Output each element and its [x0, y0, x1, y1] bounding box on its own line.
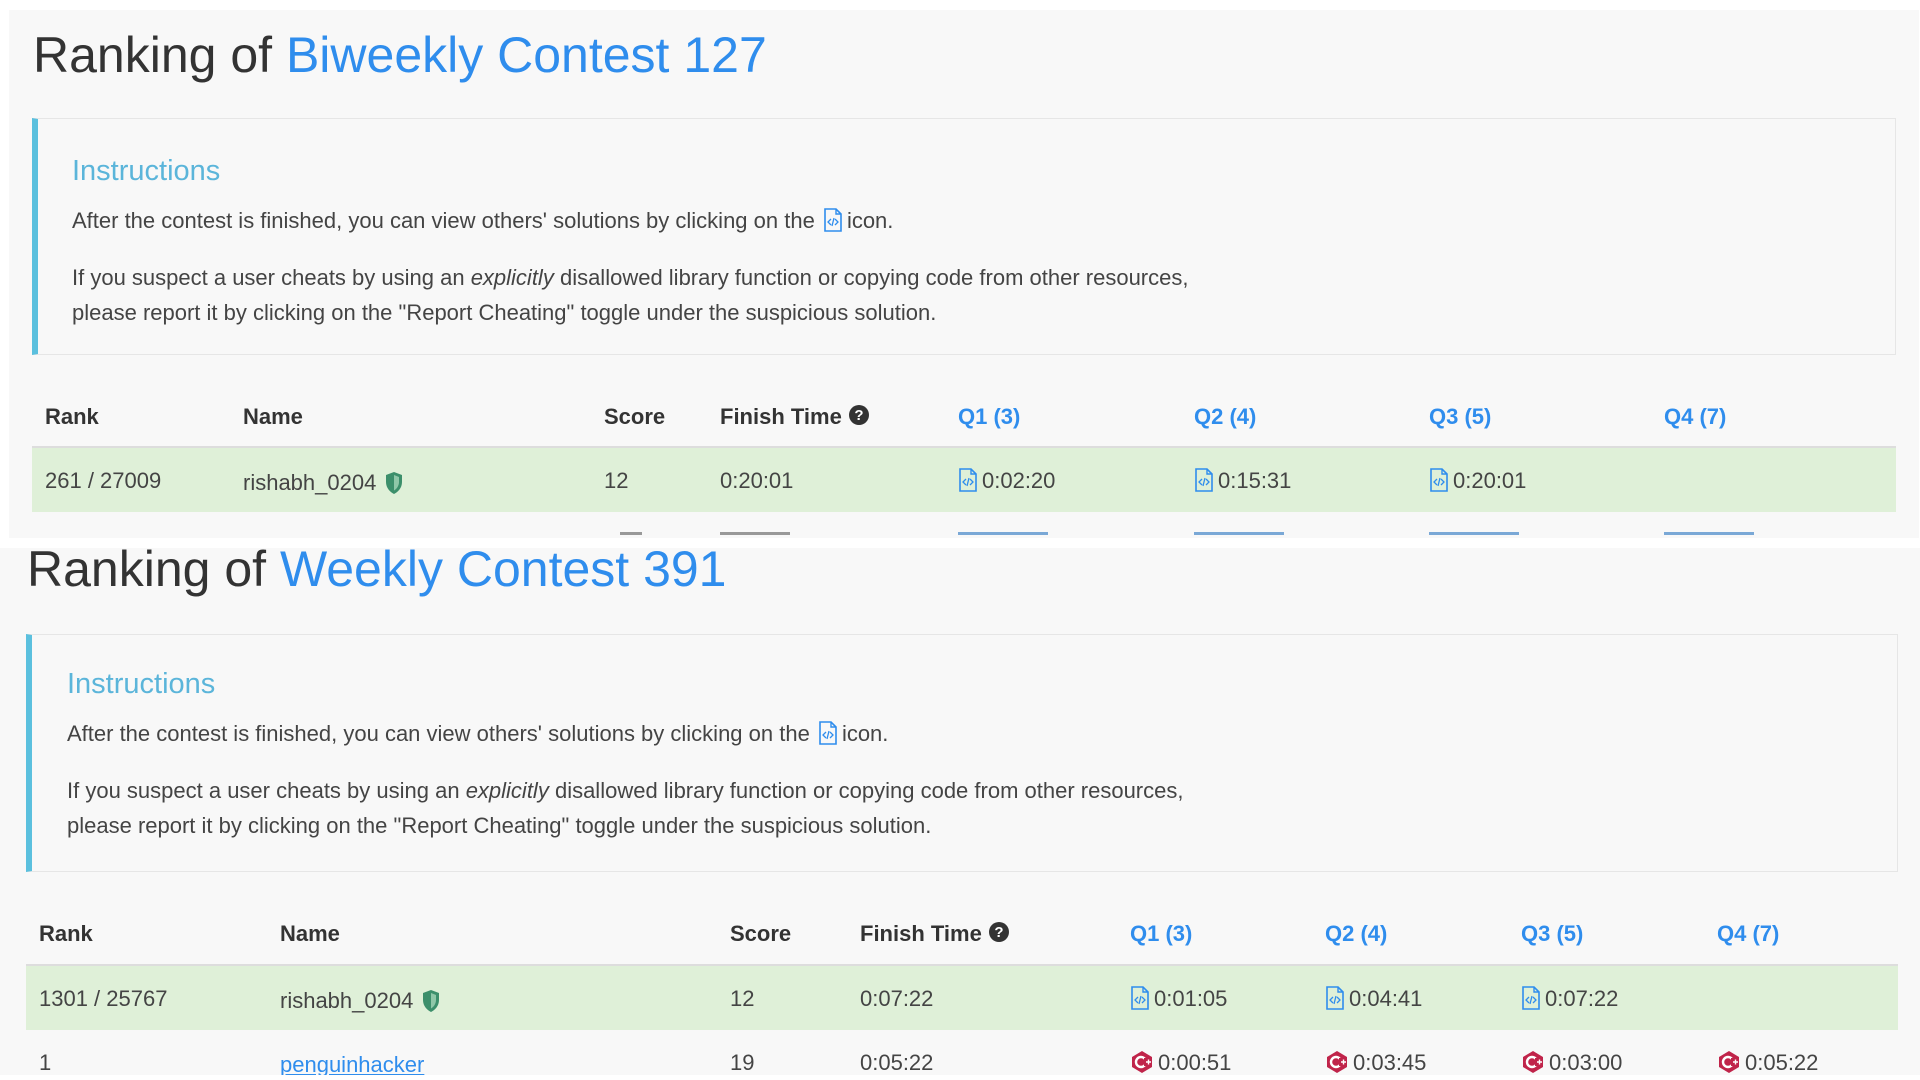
page-title: Ranking of Biweekly Contest 127 [33, 27, 767, 83]
q2-cell[interactable]: 0:15:31 [1194, 468, 1291, 494]
q1-cell[interactable]: 0:02:20 [958, 468, 1055, 494]
col-header-rank: Rank [39, 921, 93, 946]
score-cell: 12 [604, 468, 629, 493]
instructions-callout: Instructions After the contest is finish… [32, 118, 1896, 355]
col-header-q2[interactable]: Q2 (4) [1194, 404, 1256, 430]
rank-cell: 1 [39, 1050, 52, 1075]
code-file-icon[interactable] [1325, 986, 1345, 1010]
instructions-text: If you suspect a user cheats by using an… [72, 265, 1189, 290]
instructions-heading: Instructions [72, 155, 221, 187]
table-row: 1 penguinhacker 19 0:05:22 0:00:51 0:03:… [26, 1030, 1898, 1075]
cpp-language-icon[interactable] [1521, 1050, 1545, 1074]
contest-link[interactable]: Biweekly Contest 127 [286, 27, 767, 83]
cpp-language-icon[interactable] [1717, 1050, 1741, 1074]
code-file-icon[interactable] [958, 468, 978, 492]
table-row-clipped [32, 532, 1896, 538]
q3-cell[interactable]: 0:20:01 [1429, 468, 1526, 494]
col-header-score: Score [604, 404, 666, 429]
contest-ranking-panel-biweekly: Ranking of Biweekly Contest 127 Instruct… [9, 10, 1919, 538]
col-header-finish-time: Finish Time? [860, 921, 1010, 947]
help-icon[interactable]: ? [988, 921, 1010, 943]
col-header-q3[interactable]: Q3 (5) [1429, 404, 1491, 430]
code-file-icon [824, 208, 842, 232]
name-cell[interactable]: rishabh_0204 [243, 470, 404, 496]
instructions-text: After the contest is finished, you can v… [72, 208, 894, 233]
col-header-name: Name [280, 921, 340, 946]
score-cell: 12 [730, 986, 755, 1011]
code-file-icon[interactable] [1194, 468, 1214, 492]
col-header-name: Name [243, 404, 303, 429]
q1-cell[interactable]: 0:01:05 [1130, 986, 1227, 1012]
code-file-icon[interactable] [1521, 986, 1541, 1010]
svg-text:?: ? [854, 407, 863, 424]
code-file-icon [819, 721, 837, 745]
page-title: Ranking of Weekly Contest 391 [27, 548, 727, 594]
cpp-language-icon[interactable] [1130, 1050, 1154, 1074]
finish-time-cell: 0:07:22 [860, 986, 934, 1011]
score-cell: 19 [730, 1050, 755, 1075]
col-header-rank: Rank [45, 404, 99, 429]
instructions-text: If you suspect a user cheats by using an… [67, 778, 1184, 803]
col-header-finish-time: Finish Time? [720, 404, 870, 430]
q2-cell[interactable]: 0:04:41 [1325, 986, 1422, 1012]
q3-cell[interactable]: 0:07:22 [1521, 986, 1618, 1012]
code-file-icon[interactable] [1429, 468, 1449, 492]
col-header-q1[interactable]: Q1 (3) [1130, 921, 1192, 947]
shield-badge-icon [423, 990, 440, 1012]
finish-time-cell: 0:20:01 [720, 468, 794, 493]
instructions-text: please report it by clicking on the "Rep… [72, 300, 937, 325]
instructions-heading: Instructions [67, 668, 216, 700]
col-header-q2[interactable]: Q2 (4) [1325, 921, 1387, 947]
name-cell[interactable]: rishabh_0204 [280, 988, 441, 1014]
svg-text:?: ? [994, 924, 1003, 941]
cpp-language-icon[interactable] [1325, 1050, 1349, 1074]
instructions-callout: Instructions After the contest is finish… [26, 634, 1898, 872]
table-row-current-user: 261 / 27009 rishabh_0204 12 0:20:01 0:02… [32, 448, 1896, 512]
q2-cell[interactable]: 0:03:45 [1325, 1050, 1426, 1075]
shield-badge-icon [386, 472, 403, 494]
code-file-icon[interactable] [1130, 986, 1150, 1010]
help-icon[interactable]: ? [848, 404, 870, 426]
col-header-score: Score [730, 921, 792, 946]
col-header-q4[interactable]: Q4 (7) [1717, 921, 1779, 947]
q4-cell[interactable]: 0:05:22 [1717, 1050, 1818, 1075]
name-cell[interactable]: penguinhacker [280, 1052, 424, 1075]
col-header-q1[interactable]: Q1 (3) [958, 404, 1020, 430]
q3-cell[interactable]: 0:03:00 [1521, 1050, 1622, 1075]
finish-time-cell: 0:05:22 [860, 1050, 934, 1075]
contest-link[interactable]: Weekly Contest 391 [280, 548, 727, 597]
q1-cell[interactable]: 0:00:51 [1130, 1050, 1231, 1075]
col-header-q3[interactable]: Q3 (5) [1521, 921, 1583, 947]
rank-cell: 1301 / 25767 [39, 986, 168, 1011]
instructions-text: please report it by clicking on the "Rep… [67, 813, 932, 838]
rank-cell: 261 / 27009 [45, 468, 162, 493]
contest-ranking-panel-weekly: Ranking of Weekly Contest 391 Instructio… [0, 548, 1920, 1075]
col-header-q4[interactable]: Q4 (7) [1664, 404, 1726, 430]
instructions-text: After the contest is finished, you can v… [67, 721, 889, 746]
table-row-current-user: 1301 / 25767 rishabh_0204 12 0:07:22 0:0… [26, 966, 1898, 1030]
